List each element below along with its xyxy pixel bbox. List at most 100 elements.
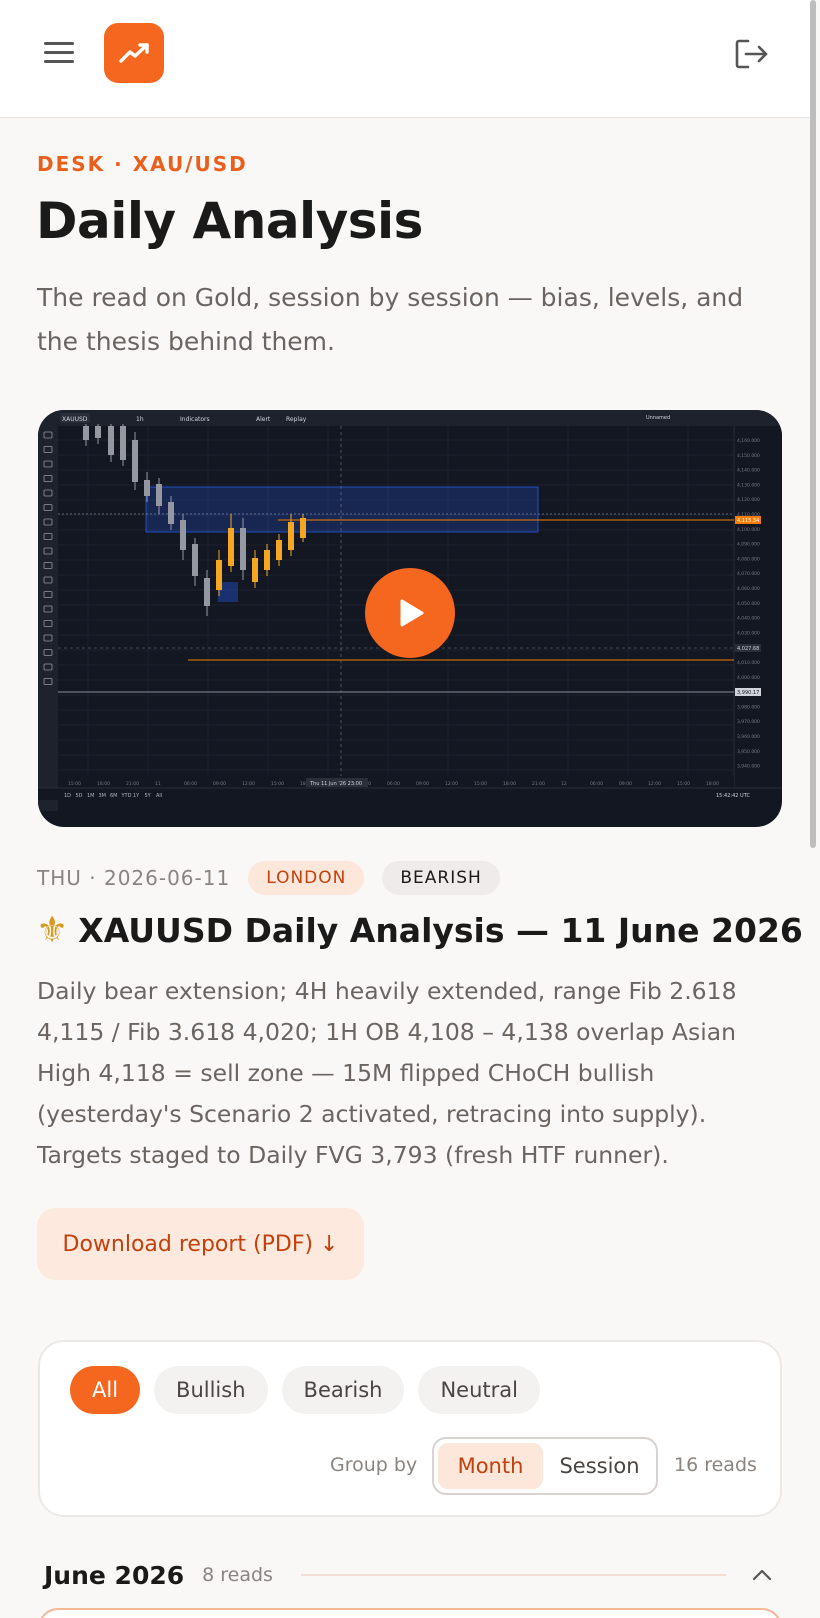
range-button[interactable]: All <box>156 793 162 799</box>
candle <box>228 528 234 566</box>
page-subtitle: The read on Gold, session by session — b… <box>37 283 744 356</box>
candle <box>95 426 101 438</box>
price-tag-current: 4,115.34 <box>737 518 759 524</box>
group-header-june-2026[interactable]: June 2026 8 reads <box>44 1558 774 1592</box>
cursor-date: Thu 11 Jun '26 23:00 <box>309 781 362 787</box>
bias-filter-chips: All Bullish Bearish Neutral <box>70 1366 540 1414</box>
candle <box>108 426 114 455</box>
group-by-toggle: Month Session <box>432 1437 658 1495</box>
price-tick: 4,060.000 <box>737 586 760 592</box>
range-button[interactable]: 6M <box>110 793 118 799</box>
post-card[interactable] <box>38 1608 782 1618</box>
bias-badge: BEARISH <box>382 861 500 895</box>
price-tick: 4,080.000 <box>737 556 760 562</box>
hamburger-icon[interactable] <box>44 42 74 64</box>
filter-chip-neutral[interactable]: Neutral <box>418 1366 540 1414</box>
candle <box>252 558 258 582</box>
chevron-up-icon[interactable] <box>750 1563 774 1587</box>
chart-toolbar-alert[interactable]: Alert <box>256 416 271 423</box>
candle <box>216 560 222 590</box>
reads-count: 16 reads <box>674 1454 757 1476</box>
price-tick: 3,970.000 <box>737 719 760 725</box>
price-tick: 3,950.000 <box>737 749 760 755</box>
time-tick: 21:00 <box>532 781 545 787</box>
price-tick: 4,100.000 <box>737 527 760 533</box>
price-tick: 4,120.000 <box>737 497 760 503</box>
chart-clock: 15:42:42 UTC <box>716 793 750 799</box>
eyebrow: DESK · XAU/USD <box>37 152 248 176</box>
time-tick: 12:00 <box>242 781 255 787</box>
chart-symbol[interactable]: XAUUSD <box>62 416 88 423</box>
price-tick: 4,000.000 <box>737 675 760 681</box>
divider <box>300 1574 726 1576</box>
price-tag-low: 3,990.17 <box>737 690 759 696</box>
time-tick: 15:00 <box>677 781 690 787</box>
range-button[interactable]: YTD <box>121 793 132 799</box>
time-tick: 18:00 <box>503 781 516 787</box>
candle <box>192 544 198 576</box>
candle <box>288 522 294 550</box>
time-tick: 09:00 <box>416 781 429 787</box>
range-button[interactable]: 5Y <box>145 793 152 799</box>
price-tick: 3,960.000 <box>737 734 760 740</box>
session-badge: LONDON <box>248 861 365 895</box>
time-tick: 11 <box>155 781 161 787</box>
candle <box>264 550 270 570</box>
filter-chip-bearish[interactable]: Bearish <box>281 1366 405 1414</box>
chart-timeframe[interactable]: 1h <box>136 416 144 423</box>
group-by-session[interactable]: Session <box>547 1443 652 1489</box>
price-tick: 4,030.000 <box>737 630 760 636</box>
trend-up-icon[interactable] <box>104 23 164 83</box>
time-tick: 15:00 <box>271 781 284 787</box>
chart-toolbar-indicators[interactable]: Indicators <box>180 416 210 423</box>
time-tick: 18:00 <box>97 781 110 787</box>
time-tick: 12 <box>561 781 567 787</box>
candle <box>144 480 150 496</box>
time-tick: 21:00 <box>126 781 139 787</box>
range-button[interactable]: 3M <box>99 793 107 799</box>
price-tick: 4,050.000 <box>737 601 760 607</box>
top-bar <box>0 0 812 118</box>
price-tick: 4,040.000 <box>737 616 760 622</box>
price-tick: 4,160.000 <box>737 438 760 444</box>
download-report-button[interactable]: Download report (PDF) ↓ <box>37 1208 364 1280</box>
range-button[interactable]: 1Y <box>133 793 140 799</box>
time-tick: 15:00 <box>474 781 487 787</box>
candle <box>300 518 306 538</box>
chart-layout-name[interactable]: Unnamed <box>646 415 670 421</box>
post-title-text: XAUUSD Daily Analysis — 11 June 2026 <box>78 911 803 950</box>
candle <box>240 528 246 570</box>
candle <box>276 540 282 560</box>
group-title: June 2026 <box>44 1560 185 1590</box>
group-count: 8 reads <box>202 1564 273 1586</box>
price-tick: 4,130.000 <box>737 482 760 488</box>
filter-card: All Bullish Bearish Neutral Group by Mon… <box>38 1340 782 1517</box>
range-button[interactable]: 1M <box>87 793 95 799</box>
group-by-label: Group by <box>330 1454 418 1476</box>
candle <box>204 578 210 606</box>
candle <box>120 426 126 460</box>
time-tick: 06:00 <box>387 781 400 787</box>
post-title[interactable]: ⚜ XAUUSD Daily Analysis — 11 June 2026 <box>36 910 803 951</box>
scrollbar[interactable] <box>810 0 816 848</box>
time-tick: 06:00 <box>184 781 197 787</box>
range-button[interactable]: 5D <box>76 793 83 799</box>
post-meta: THU · 2026-06-11 LONDON BEARISH <box>37 860 500 896</box>
candle <box>156 484 162 506</box>
time-tick: 09:00 <box>213 781 226 787</box>
filter-chip-all[interactable]: All <box>70 1366 141 1414</box>
logout-icon[interactable] <box>734 38 770 70</box>
filter-chip-bullish[interactable]: Bullish <box>154 1366 268 1414</box>
play-button[interactable] <box>365 568 455 658</box>
candle <box>168 502 174 524</box>
group-by-month[interactable]: Month <box>438 1443 543 1489</box>
time-tick: 15:00 <box>68 781 81 787</box>
price-tick: 4,070.000 <box>737 571 760 577</box>
price-tick: 3,940.000 <box>737 764 760 770</box>
time-tick: 12:00 <box>648 781 661 787</box>
post-date: THU · 2026-06-11 <box>37 866 231 890</box>
range-button[interactable]: 1D <box>64 793 71 799</box>
supply-zone <box>145 486 539 533</box>
price-tick: 4,010.000 <box>737 660 760 666</box>
chart-toolbar-replay[interactable]: Replay <box>286 416 307 423</box>
